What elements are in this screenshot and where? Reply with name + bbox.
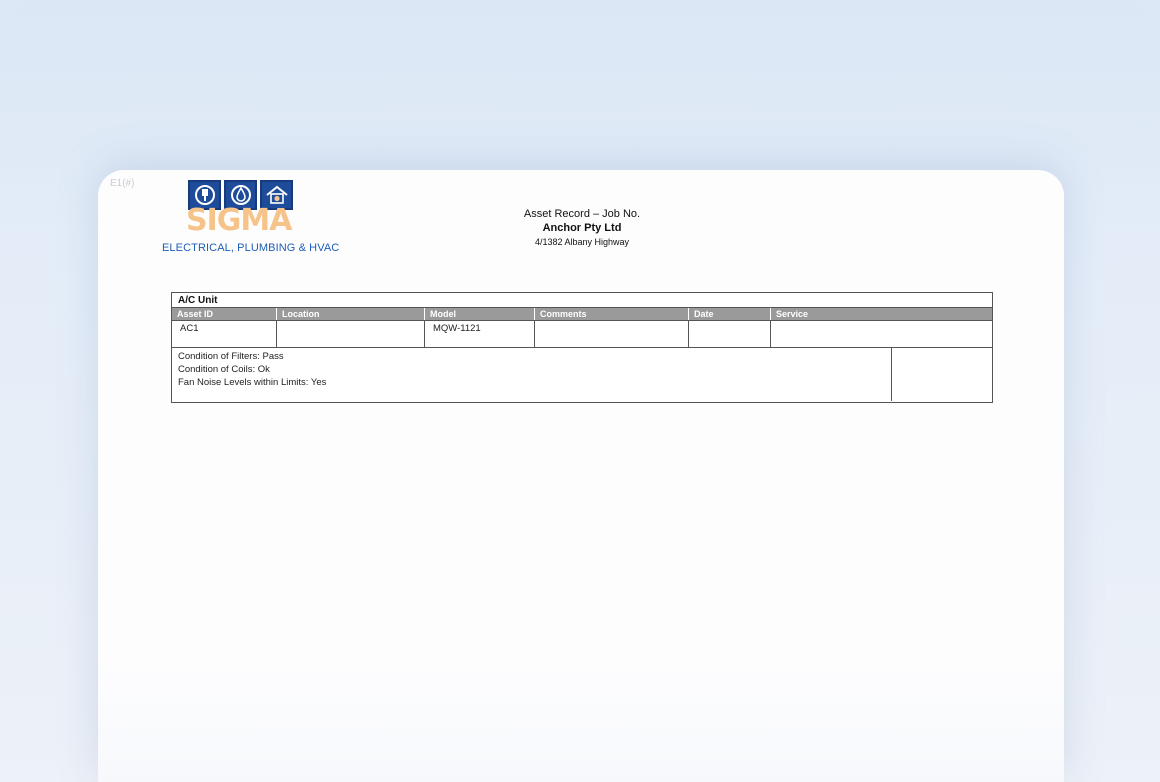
notes-row: Condition of Filters: Pass Condition of … [172, 348, 992, 401]
cell-asset-id: AC1 [172, 321, 277, 347]
column-header-service: Service [776, 309, 809, 319]
cell-service [771, 321, 992, 347]
page-tag: E1(#) [110, 178, 135, 189]
document-title: Asset Record – Job No. [523, 208, 641, 220]
cell-date [689, 321, 771, 347]
cell-location [277, 321, 425, 347]
company-address: 4/1382 Albany Highway [534, 237, 630, 247]
section-title: A/C Unit [172, 293, 992, 308]
table-header-row: Asset ID Location Model Comments Date Se… [172, 308, 992, 321]
column-header-asset-id: Asset ID [172, 308, 277, 320]
company-logo: SIGMA ELECTRICAL, PLUMBING & HVAC [162, 180, 339, 254]
document-page: E1(#) SIGMA ELECTRICAL, PLUMBING & HVAC … [98, 170, 1064, 782]
note-filters: Condition of Filters: Pass [178, 351, 284, 362]
note-fan-noise: Fan Noise Levels within Limits: Yes [178, 377, 327, 388]
column-header-date: Date [689, 308, 771, 320]
cell-comments [535, 321, 689, 347]
notes-side-cell [892, 348, 992, 401]
inspection-notes: Condition of Filters: Pass Condition of … [172, 348, 892, 401]
column-header-location: Location [277, 308, 425, 320]
document-header: Asset Record – Job No. Anchor Pty Ltd 4/… [482, 208, 682, 247]
logo-subtitle: ELECTRICAL, PLUMBING & HVAC [162, 242, 340, 254]
table-row: AC1 MQW-1121 [172, 321, 992, 348]
column-header-comments: Comments [535, 308, 689, 320]
note-coils: Condition of Coils: Ok [178, 364, 270, 375]
asset-table: A/C Unit Asset ID Location Model Comment… [171, 292, 993, 403]
cell-model: MQW-1121 [425, 321, 535, 347]
company-name: Anchor Pty Ltd [542, 222, 622, 234]
logo-wordmark: SIGMA [186, 203, 292, 238]
column-header-model: Model [425, 308, 535, 320]
